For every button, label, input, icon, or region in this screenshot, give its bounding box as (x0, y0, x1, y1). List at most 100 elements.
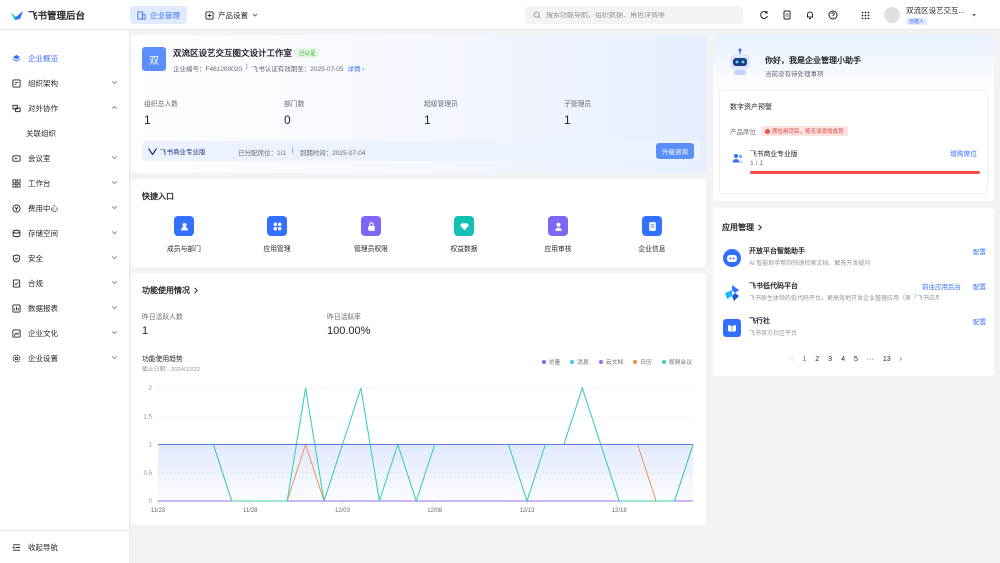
stat-sub-admins[interactable]: 子管理员 1 (564, 98, 591, 127)
quick-entry-0[interactable]: 成员与部门 (149, 216, 219, 253)
app-row-lowcode-platform[interactable]: 飞书低代码平台 飞书原生体验的低代码平台，更高效地开发企业管理应用（原「飞书应用… (721, 281, 989, 311)
sidebar-item-12[interactable]: 企业设置 (0, 347, 130, 369)
x-tick-label: 12/13 (519, 508, 535, 514)
seat-warning-row: 产品席位 席位用尽后，将无法添加成员 (730, 126, 848, 136)
seat-allocation: 已分配席位：1/1 (238, 150, 287, 157)
sidebar-item-11[interactable]: 企业文化 (0, 322, 130, 344)
page-button[interactable]: 13 (883, 356, 891, 363)
meta-separator: | (246, 63, 248, 70)
legend-label: 消息 (577, 360, 589, 366)
tenant-switcher[interactable]: 双流区设艺交互... 创建人 (884, 5, 977, 25)
open-app-console-link[interactable]: 前往应用后台 (922, 281, 961, 291)
page-button[interactable]: 4 (841, 356, 845, 363)
quick-entry-2[interactable]: 管理员权限 (336, 216, 406, 253)
legend-item[interactable]: 视频会议 (661, 357, 692, 366)
stat-yesterday-active: 昨日活跃人数 1 (142, 311, 183, 337)
sidebar-item-6[interactable]: 费用中心 (0, 197, 130, 219)
app-configure-link[interactable]: 配置 (973, 316, 986, 326)
stat-departments[interactable]: 部门数 0 (284, 98, 304, 127)
org-logo: 双 (142, 47, 166, 71)
x-tick-label: 12/08 (427, 508, 443, 514)
stat-super-admins[interactable]: 超级管理员 1 (424, 98, 458, 127)
sidebar-item-0[interactable]: 企业概览 (0, 47, 130, 69)
stat-total-members[interactable]: 组织总人数 1 (144, 98, 178, 127)
company-info-icon (642, 216, 662, 236)
stat-value: 1 (142, 325, 149, 337)
chevron-down-icon (111, 180, 118, 185)
legend-item[interactable]: 云文档 (598, 357, 623, 366)
y-tick-label: 0.5 (144, 471, 153, 477)
page-button[interactable]: 5 (854, 356, 858, 363)
asset-warning-title: 数字资产预警 (730, 104, 772, 111)
page-button[interactable]: 1 (802, 356, 806, 363)
sidebar-item-label: 会议室 (28, 153, 51, 163)
sidebar-item-1[interactable]: 组织架构 (0, 72, 130, 94)
org-detail-link[interactable]: 详情 › (347, 63, 364, 73)
collapse-icon (12, 543, 21, 551)
apps-title-link[interactable]: 应用管理 (722, 222, 763, 233)
stat-label: 组织总人数 (144, 101, 178, 108)
sidebar-item-5[interactable]: 工作台 (0, 172, 130, 194)
quick-entry-1[interactable]: 应用管理 (242, 216, 312, 253)
chevron-down-icon (111, 330, 118, 335)
sidebar-item-9[interactable]: 合规 (0, 272, 130, 294)
sidebar-item-4[interactable]: 会议室 (0, 147, 130, 169)
quick-entry-4[interactable]: 应用审核 (523, 216, 593, 253)
sidebar-item-8[interactable]: 安全 (0, 247, 130, 269)
sidebar-item-label: 工作台 (28, 178, 51, 188)
users-icon (732, 154, 744, 163)
next-page-button[interactable]: › (900, 356, 902, 363)
usage-title-link[interactable]: 功能使用情况 (142, 285, 199, 296)
sidebar-item-label: 数据报表 (28, 303, 58, 313)
legend-item[interactable]: 日历 (633, 357, 652, 366)
page-button[interactable]: 3 (828, 356, 832, 363)
prev-page-button[interactable]: ‹ (791, 356, 793, 363)
seat-usage-bar (750, 171, 980, 174)
app-row-community[interactable]: 飞行社 飞书官方社区平台 配置 (721, 316, 989, 346)
quick-entry-label: 管理员权限 (354, 246, 388, 253)
app-row-open-platform-assistant[interactable]: 开放平台智能助手 AI 智能助手帮你快速检索文档，解答开发疑问 配置 (721, 246, 989, 276)
app-grid-menu-icon[interactable] (858, 8, 872, 22)
legend-item[interactable]: 消息 (570, 357, 589, 366)
app-configure-link[interactable]: 配置 (973, 281, 986, 291)
sidebar-item-10[interactable]: 数据报表 (0, 297, 130, 319)
legend-swatch (633, 359, 638, 364)
chevron-down-icon (111, 230, 118, 235)
sidebar-item-label: 企业概览 (28, 53, 58, 63)
plan-expiry: 到期时间：2025-07-04 (299, 150, 366, 157)
plan-info: 已分配席位：1/1 | 到期时间：2025-07-04 (238, 147, 366, 157)
sidebar-item-label: 组织架构 (28, 78, 58, 88)
stat-value: 100.00% (327, 325, 371, 337)
avatar (884, 7, 900, 23)
upgrade-consult-button[interactable]: 升级咨询 (656, 143, 694, 159)
global-search[interactable] (525, 6, 743, 24)
sidebar-item-2[interactable]: 对外协作 (0, 97, 130, 119)
stat-label: 子管理员 (564, 101, 592, 108)
tab-enterprise-management[interactable]: 企业管理 (130, 6, 187, 24)
sidebar-item-7[interactable]: 存储空间 (0, 222, 130, 244)
search-input[interactable] (546, 11, 736, 19)
document-icon[interactable] (780, 8, 794, 22)
tab-product-settings[interactable]: 产品设置 (198, 6, 265, 24)
app-name: 开放平台智能助手 (749, 248, 805, 255)
legend-item[interactable]: 总量 (541, 357, 560, 366)
usage-title: 功能使用情况 (142, 286, 190, 295)
chevron-right-icon (194, 287, 199, 294)
bell-icon[interactable] (803, 8, 817, 22)
page-button[interactable]: 2 (815, 356, 819, 363)
plan-tag: 飞书商业专业版 (148, 146, 206, 156)
tenant-name: 双流区设艺交互... (906, 6, 965, 15)
refresh-icon[interactable] (757, 8, 771, 22)
apps-title: 应用管理 (722, 223, 754, 232)
apps-pagination: ‹ 1 2 3 4 5 ··· 13 › (791, 356, 902, 363)
quick-entry-3[interactable]: 权益数据 (429, 216, 499, 253)
quick-entry-5[interactable]: 企业信息 (617, 216, 687, 253)
collapse-nav-button[interactable]: 收起导航 (0, 530, 130, 563)
app-name: 飞行社 (749, 318, 770, 325)
help-icon[interactable] (826, 8, 840, 22)
sidebar-item-3[interactable]: 关联组织 (0, 122, 130, 144)
x-tick-label: 12/03 (335, 508, 351, 514)
brand-logo[interactable]: 飞书管理后台 (10, 8, 85, 22)
app-configure-link[interactable]: 配置 (973, 246, 986, 256)
buy-seats-link[interactable]: 增购席位 (950, 148, 977, 158)
